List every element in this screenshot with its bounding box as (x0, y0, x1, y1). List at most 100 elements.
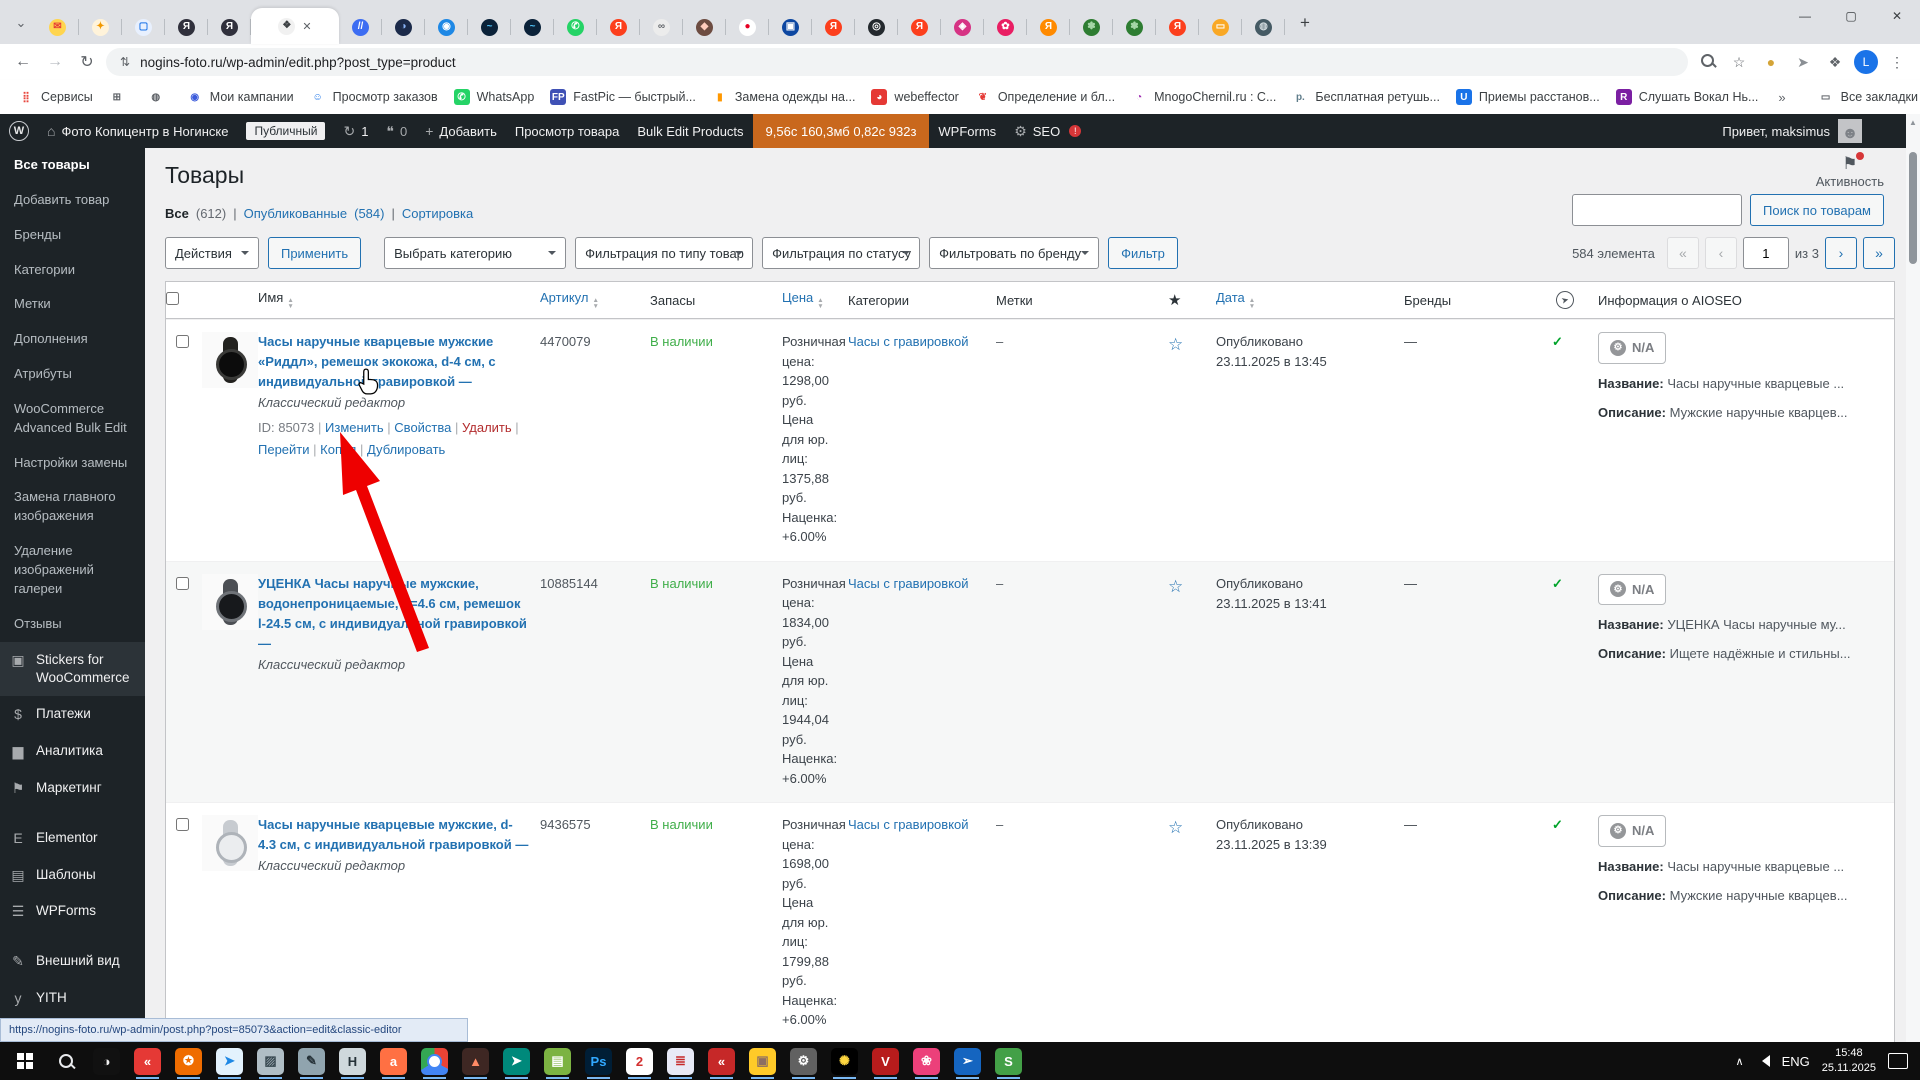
browser-tab[interactable]: ~ (511, 10, 554, 44)
aioseo-score-badge[interactable]: ⚙ N/A (1598, 815, 1667, 847)
sidebar-menu-item[interactable]: ✎ Внешний вид (0, 943, 145, 980)
taskbar-app-icon[interactable]: ✪ (168, 1042, 209, 1080)
product-type-filter-select[interactable]: Фильтрация по типу товар (575, 237, 754, 269)
wpforms-menu[interactable]: WPForms (929, 114, 1005, 148)
sidebar-submenu-item[interactable]: Категории (0, 253, 145, 288)
category-filter-select[interactable]: Выбрать категорию (384, 237, 567, 269)
last-page-button[interactable]: » (1863, 237, 1895, 269)
taskbar-app-icon[interactable]: 2 (619, 1042, 660, 1080)
bookmark-item[interactable]: U Приемы расстанов... (1448, 85, 1608, 109)
extensions-puzzle-icon[interactable]: ❖ (1822, 54, 1848, 71)
taskbar-app-icon[interactable]: V (865, 1042, 906, 1080)
apply-button[interactable]: Применить (267, 237, 362, 269)
view-link[interactable]: Перейти (258, 442, 310, 457)
sidebar-submenu-item[interactable]: Дополнения (0, 322, 145, 357)
window-maximize-button[interactable]: ▢ (1828, 0, 1874, 32)
category-link[interactable]: Часы с гравировкой (848, 334, 969, 349)
extension-icon[interactable]: ● (1758, 54, 1784, 70)
browser-tab[interactable]: ◑ (382, 10, 425, 44)
featured-star-toggle[interactable]: ☆ (1168, 332, 1216, 358)
view-published-link[interactable]: Опубликованные (244, 206, 348, 221)
stock-status-filter-select[interactable]: Фильтрация по статусу (762, 237, 921, 269)
updates-menu[interactable]: ↻ 1 (334, 114, 377, 148)
sidebar-menu-item[interactable]: ▆ Аналитика (0, 733, 145, 770)
tab-search-chevron-icon[interactable]: ⌄ (8, 10, 34, 36)
bookmark-item[interactable]: ◔ MnogoChernil.ru : C... (1123, 85, 1284, 109)
row-checkbox[interactable] (176, 576, 189, 590)
sidebar-submenu-item[interactable]: Замена главного изображения (0, 480, 145, 534)
browser-tab[interactable]: ▭ (1199, 10, 1242, 44)
filter-button[interactable]: Фильтр (1108, 237, 1178, 269)
sidebar-menu-item[interactable]: E Elementor (0, 820, 145, 857)
bookmark-item[interactable]: ▮ Замена одежды на... (704, 85, 864, 109)
edit-link[interactable]: Изменить (325, 420, 384, 435)
volume-icon[interactable] (1756, 1055, 1770, 1067)
site-name-menu[interactable]: ⌂ Фото Копицентр в Ногинске (38, 114, 237, 148)
browser-tab[interactable]: ▢ (122, 10, 165, 44)
taskbar-app-icon[interactable]: ✺ (824, 1042, 865, 1080)
browser-tab[interactable]: ◈ (941, 10, 984, 44)
sidebar-submenu-item[interactable]: Отзывы (0, 607, 145, 642)
comments-menu[interactable]: ❝ 0 (377, 114, 416, 148)
next-page-button[interactable]: › (1825, 237, 1857, 269)
tab-close-icon[interactable]: ✕ (302, 20, 311, 33)
taskbar-app-icon[interactable]: ✎ (291, 1042, 332, 1080)
bookmark-item[interactable]: ◕ webeffector (863, 85, 966, 109)
current-page-input[interactable] (1742, 237, 1789, 269)
extension-icon[interactable]: ➤ (1790, 54, 1816, 71)
notification-center-icon[interactable] (1888, 1053, 1908, 1069)
sidebar-submenu-item[interactable]: Метки (0, 287, 145, 322)
browser-tab[interactable]: ✿ (984, 10, 1027, 44)
browser-tab[interactable]: Я (1156, 10, 1199, 44)
activity-widget[interactable]: ⚑ Активность (1816, 152, 1884, 189)
column-name[interactable]: Имя (258, 290, 283, 305)
user-avatar[interactable]: ☻ (1838, 119, 1862, 143)
query-monitor-menu[interactable]: 9,56с 160,3мб 0,82с 932з (752, 114, 930, 148)
browser-profile-avatar[interactable]: L (1854, 50, 1878, 74)
view-sort-link[interactable]: Сортировка (402, 206, 473, 221)
back-icon[interactable]: ← (10, 53, 36, 71)
browser-tab[interactable]: ▣ (769, 10, 812, 44)
vertical-scrollbar[interactable]: ▲ (1906, 114, 1920, 1042)
column-date[interactable]: Дата (1216, 290, 1245, 305)
browser-tab[interactable]: ✽ (1113, 10, 1156, 44)
browser-tab[interactable]: // (339, 10, 382, 44)
all-bookmarks-button[interactable]: ▭ Все закладки (1810, 85, 1920, 109)
sidebar-submenu-item[interactable]: Настройки замены (0, 446, 145, 481)
sidebar-menu-item[interactable]: ⚑ Маркетинг (0, 770, 145, 807)
taskbar-app-icon[interactable]: ▣ (742, 1042, 783, 1080)
reload-icon[interactable]: ↻ (74, 52, 100, 72)
sidebar-menu-item[interactable]: ▤ Шаблоны (0, 857, 145, 894)
tray-chevron-icon[interactable]: ∧ (1736, 1055, 1744, 1068)
forward-icon[interactable]: → (42, 53, 68, 71)
browser-tab[interactable]: ◉ (425, 10, 468, 44)
window-minimize-button[interactable]: — (1782, 0, 1828, 32)
select-all-checkbox[interactable] (166, 292, 179, 305)
taskbar-app-icon[interactable]: ➢ (947, 1042, 988, 1080)
quick-edit-link[interactable]: Свойства (394, 420, 451, 435)
aioseo-score-badge[interactable]: ⚙ N/A (1598, 332, 1667, 364)
taskbar-app-icon[interactable]: « (701, 1042, 742, 1080)
browser-tab[interactable]: Я (165, 10, 208, 44)
browser-tab[interactable]: Я (208, 10, 251, 44)
taskbar-app-icon[interactable]: ➤ (209, 1042, 250, 1080)
browser-tab[interactable]: ◆ (683, 10, 726, 44)
product-thumbnail[interactable] (202, 573, 258, 630)
browser-tab[interactable]: ❖ ✕ (251, 8, 339, 44)
sidebar-submenu-item[interactable]: WooCommerce Advanced Bulk Edit (0, 392, 145, 446)
product-thumbnail[interactable] (202, 815, 258, 871)
bulk-actions-select[interactable]: Действия (165, 237, 259, 269)
browser-tab[interactable]: ◎ (855, 10, 898, 44)
taskbar-app-icon[interactable] (414, 1042, 455, 1080)
taskbar-app-icon[interactable]: Ps (578, 1042, 619, 1080)
sidebar-submenu-item[interactable]: Добавить товар (0, 183, 145, 218)
brand-filter-select[interactable]: Фильтровать по бренду (929, 237, 1100, 269)
bulk-edit-menu[interactable]: Bulk Edit Products (628, 114, 752, 148)
language-indicator[interactable]: ENG (1782, 1054, 1810, 1069)
scroll-up-arrow-icon[interactable]: ▲ (1906, 114, 1920, 127)
browser-tab[interactable]: ✽ (1070, 10, 1113, 44)
browser-tab[interactable]: Я (898, 10, 941, 44)
product-title-link[interactable]: Часы наручные кварцевые мужские «Риддл»,… (258, 332, 530, 392)
howdy-text[interactable]: Привет, maksimus (1722, 124, 1830, 139)
taskbar-app-icon[interactable]: « (127, 1042, 168, 1080)
